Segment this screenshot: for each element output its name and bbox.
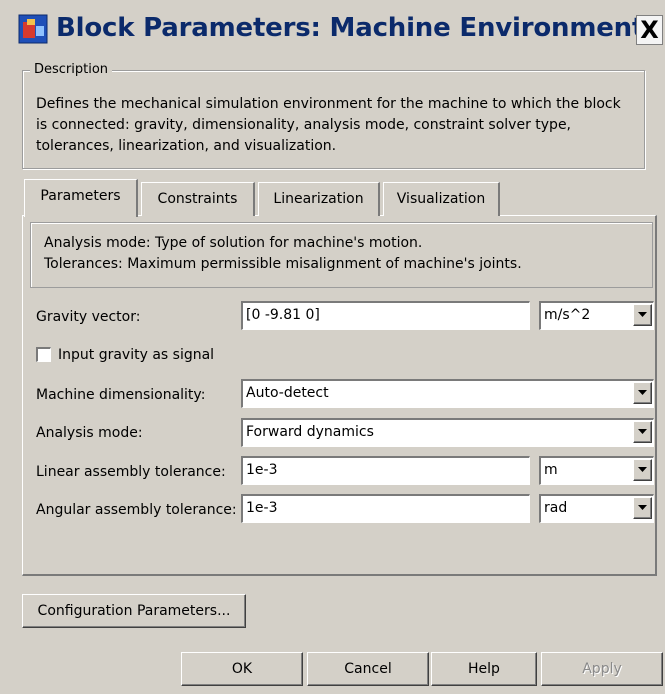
input-gravity-checkbox[interactable]	[36, 347, 51, 362]
angular-tolerance-label: Angular assembly tolerance:	[36, 502, 237, 518]
chevron-down-icon[interactable]	[633, 497, 652, 519]
tab-visualization[interactable]: Visualization	[383, 182, 500, 216]
chevron-down-icon[interactable]	[633, 459, 652, 481]
machine-dimensionality-select[interactable]: Auto-detect	[241, 379, 654, 408]
angular-unit-value: rad	[544, 500, 568, 516]
machine-dimensionality-label: Machine dimensionality:	[36, 387, 206, 403]
angular-unit-select[interactable]: rad	[539, 494, 654, 523]
linear-tolerance-label: Linear assembly tolerance:	[36, 464, 226, 480]
simulink-block-icon	[18, 14, 48, 44]
gravity-vector-label: Gravity vector:	[36, 309, 141, 325]
analysis-mode-label: Analysis mode:	[36, 425, 143, 441]
apply-button[interactable]: Apply	[541, 652, 663, 686]
tab-linearization[interactable]: Linearization	[258, 182, 380, 216]
info-analysis-mode: Analysis mode: Type of solution for mach…	[44, 235, 423, 251]
angular-tolerance-input[interactable]: 1e-3	[241, 494, 530, 523]
linear-unit-value: m	[544, 462, 558, 478]
help-button[interactable]: Help	[431, 652, 537, 686]
ok-button[interactable]: OK	[181, 652, 303, 686]
chevron-down-icon[interactable]	[633, 304, 652, 326]
gravity-vector-input[interactable]: [0 -9.81 0]	[241, 301, 530, 330]
analysis-mode-value: Forward dynamics	[246, 424, 374, 440]
linear-unit-select[interactable]: m	[539, 456, 654, 485]
cancel-button[interactable]: Cancel	[307, 652, 429, 686]
gravity-unit-value: m/s^2	[544, 307, 591, 323]
machine-dimensionality-value: Auto-detect	[246, 385, 329, 401]
linear-tolerance-input[interactable]: 1e-3	[241, 456, 530, 485]
gravity-unit-select[interactable]: m/s^2	[539, 301, 654, 330]
chevron-down-icon[interactable]	[633, 382, 652, 404]
tab-constraints[interactable]: Constraints	[141, 182, 255, 216]
input-gravity-label: Input gravity as signal	[58, 347, 215, 363]
tab-parameters[interactable]: Parameters	[24, 179, 138, 217]
description-text: Defines the mechanical simulation enviro…	[36, 96, 621, 154]
chevron-down-icon[interactable]	[633, 421, 652, 443]
window-title: Block Parameters: Machine Environment	[56, 13, 645, 43]
analysis-mode-select[interactable]: Forward dynamics	[241, 418, 654, 447]
close-icon[interactable]: X	[636, 15, 663, 45]
configuration-parameters-button[interactable]: Configuration Parameters...	[22, 594, 246, 628]
description-legend: Description	[30, 61, 113, 79]
info-tolerances: Tolerances: Maximum permissible misalign…	[44, 256, 522, 272]
